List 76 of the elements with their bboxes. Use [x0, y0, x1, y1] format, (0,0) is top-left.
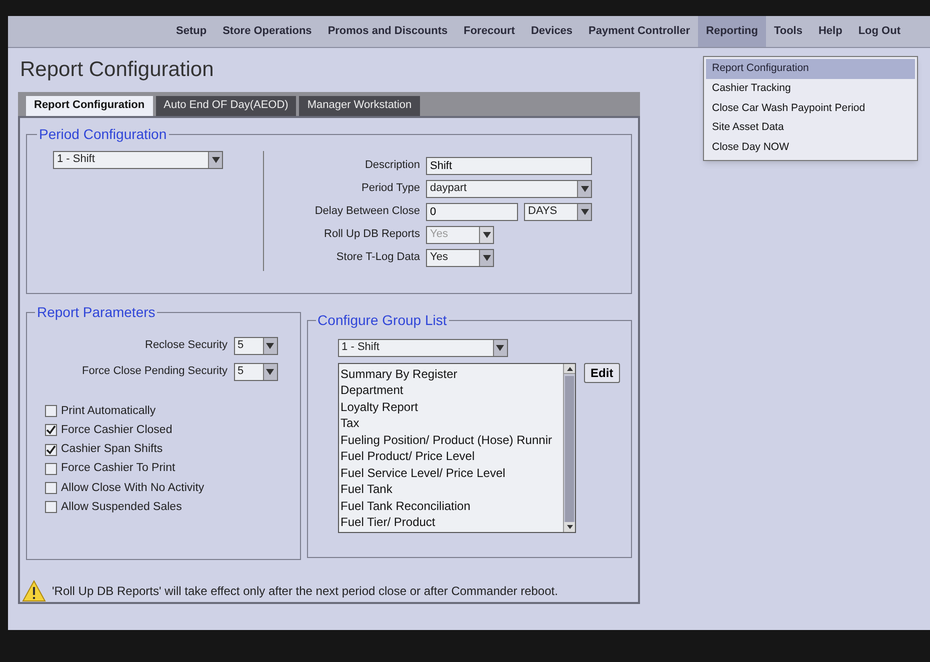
menu-item[interactable]: Forecourt	[456, 16, 523, 47]
checkbox-label: Cashier Span Shifts	[61, 442, 163, 457]
list-item[interactable]: Department	[340, 382, 563, 398]
scroll-up-icon[interactable]	[564, 364, 575, 374]
tab[interactable]: Report Configuration	[26, 96, 153, 116]
dropdown-field[interactable]: 5	[234, 362, 278, 380]
list-item[interactable]: Fueling Position/ Product (Hose) Runnir	[340, 432, 563, 448]
menu-item[interactable]: Setup	[168, 16, 215, 47]
dropdown-item[interactable]: Close Car Wash Paypoint Period	[706, 98, 915, 118]
menu-item[interactable]: Help	[810, 16, 850, 47]
section-title: Configure Group List	[316, 310, 448, 330]
caret-icon	[577, 204, 591, 220]
field-label: Store T-Log Data	[335, 250, 420, 266]
field-label: Delay Between Close	[314, 204, 420, 220]
input-field[interactable]: 0	[426, 202, 518, 220]
checkbox-label: Allow Close With No Activity	[61, 480, 204, 496]
checkbox-label: Force Cashier To Print	[61, 461, 176, 476]
section-title: Report Parameters	[36, 302, 156, 322]
dropdown-item[interactable]: Close Day NOW	[706, 138, 915, 158]
list-item[interactable]: Tax	[340, 415, 563, 432]
edit-button[interactable]: Edit	[584, 362, 620, 382]
list-box[interactable]	[338, 362, 576, 532]
dropdown-item[interactable]: Cashier Tracking	[706, 78, 915, 98]
dropdown-field[interactable]: Yes	[426, 248, 494, 266]
notice-text: 'Roll Up DB Reports' will take effect only after the next period close or after Commander reboot.	[52, 582, 558, 600]
scroll-thumb[interactable]	[564, 376, 574, 522]
list-item[interactable]: Fuel Tank Reconciliation	[340, 498, 563, 514]
checkbox[interactable]	[45, 482, 57, 494]
page-title: Report Configuration	[20, 57, 214, 83]
caret-icon	[262, 364, 277, 380]
checkbox[interactable]	[45, 405, 57, 418]
caret-icon	[577, 180, 591, 196]
list-item[interactable]: Fuel Service Level/ Price Level	[340, 464, 563, 481]
field-label: Period Type	[360, 181, 420, 196]
checkbox[interactable]	[45, 462, 57, 475]
caret-icon	[479, 226, 493, 242]
menu-item[interactable]: Payment Controller	[580, 16, 698, 47]
field-label: Reclose Security	[145, 338, 228, 354]
caret-icon	[208, 152, 222, 168]
caret-icon	[492, 340, 507, 356]
menu-item[interactable]: Log Out	[850, 16, 908, 47]
scroll-down-icon[interactable]	[564, 522, 575, 532]
tab[interactable]: Manager Workstation	[299, 96, 420, 116]
dropdown-field[interactable]: daypart	[426, 180, 592, 198]
input-field[interactable]: Shift	[426, 156, 592, 174]
dropdown-field[interactable]: DAYS	[524, 202, 592, 220]
section-title: Period Configuration	[38, 124, 168, 144]
dropdown-field[interactable]: 1 - Shift	[53, 150, 223, 168]
dropdown-field[interactable]: 1 - Shift	[338, 338, 508, 356]
menu-item[interactable]: Devices	[522, 16, 581, 47]
menu-item[interactable]: Reporting	[698, 16, 766, 47]
list-item[interactable]: Fuel Product/ Price Level	[340, 448, 563, 464]
field-label: Force Close Pending Security	[82, 364, 228, 380]
checkbox-label: Force Cashier Closed	[61, 422, 172, 438]
list-item[interactable]: Fuel Tank	[340, 481, 563, 498]
field-label: Roll Up DB Reports	[323, 227, 420, 242]
list-item[interactable]: Fuel Tier/ Product	[340, 514, 563, 530]
field-label: Description	[364, 158, 420, 174]
dropdown-item[interactable]: Report Configuration	[706, 59, 915, 79]
list-item[interactable]: Summary By Register	[340, 366, 563, 382]
checkbox-label: Print Automatically	[61, 404, 156, 418]
caret-icon	[262, 338, 277, 354]
caret-icon	[479, 250, 493, 266]
scrollbar[interactable]	[562, 364, 575, 532]
checkbox[interactable]	[45, 444, 57, 456]
checkbox[interactable]	[45, 424, 57, 436]
list-item[interactable]: Loyalty Report	[340, 398, 563, 415]
tab[interactable]: Auto End OF Day(AEOD)	[156, 96, 296, 116]
dropdown-field[interactable]: 5	[234, 336, 278, 354]
dropdown-item[interactable]: Site Asset Data	[706, 118, 915, 138]
menu-item[interactable]: Store Operations	[214, 16, 320, 47]
menu-item[interactable]: Promos and Discounts	[320, 16, 456, 47]
checkbox[interactable]	[45, 501, 57, 514]
menu-item[interactable]: Tools	[766, 16, 810, 47]
checkbox-label: Allow Suspended Sales	[61, 500, 182, 515]
warning-icon	[22, 580, 46, 602]
